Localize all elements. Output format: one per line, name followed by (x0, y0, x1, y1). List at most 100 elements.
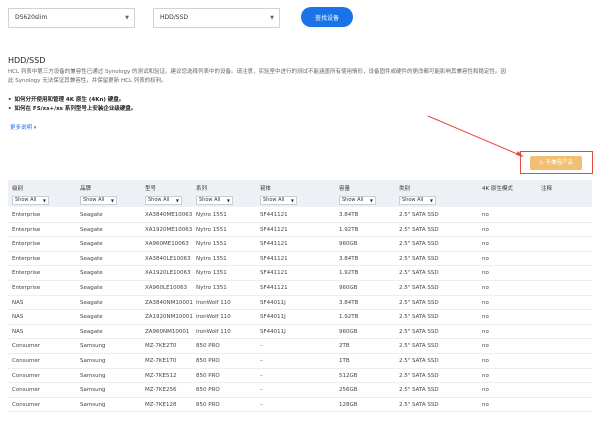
cell-brand: Seagate (80, 226, 103, 233)
cell-model: ZA1920NM10001 (145, 314, 193, 321)
cell-series: Nytro 1351 (196, 255, 227, 262)
cell-type: 2.5" SATA SSD (399, 212, 439, 218)
cell-4kn: no (482, 270, 489, 277)
filter-value: Show All (83, 197, 105, 203)
cell-firmware: SF441121 (260, 212, 288, 218)
cell-level: Consumer (12, 372, 41, 379)
cell-type: 2.5" SATA SSD (399, 226, 439, 233)
cell-series: 850 PRO (196, 401, 220, 408)
cell-level: Consumer (12, 343, 41, 350)
cell-capacity: 3.84TB (339, 255, 359, 262)
cell-firmware: SF441121 (260, 285, 288, 291)
cell-capacity: 960GB (339, 285, 358, 291)
chevron-down-icon: ▼ (290, 198, 294, 203)
cell-capacity: 2TB (339, 343, 350, 350)
cell-4kn: no (482, 401, 489, 408)
chevron-down-icon: ▼ (429, 198, 433, 203)
cell-capacity: 960GB (339, 328, 358, 335)
cell-firmware: – (260, 401, 263, 408)
cell-4kn: no (482, 285, 489, 291)
cell-brand: Samsung (80, 401, 106, 408)
column-header-4kn: 4K 原生模式 (482, 186, 513, 192)
cell-brand: Seagate (80, 314, 103, 321)
cell-level: NAS (12, 314, 24, 321)
table-row: Consumer Samsung MZ-7KE512 850 PRO – 512GB 2.5… (8, 369, 592, 384)
cell-model: MZ-7KE256 (145, 387, 177, 394)
column-header-firmware: 韧体 (260, 186, 272, 192)
cell-model: XA3840LE10063 (145, 255, 191, 262)
table-row: Enterprise Seagate XA960ME10063 Nytro 1551 S… (8, 237, 592, 252)
filter-firmware[interactable]: Show All ▼ (260, 196, 297, 205)
cell-brand: Seagate (80, 212, 103, 218)
cell-firmware: SF44011J (260, 299, 286, 306)
cell-type: 2.5" SATA SSD (399, 372, 439, 379)
cell-4kn: no (482, 387, 489, 394)
cell-firmware: – (260, 387, 263, 394)
filter-value: Show All (342, 197, 364, 203)
cell-firmware: SF441121 (260, 255, 288, 262)
cell-type: 2.5" SATA SSD (399, 241, 439, 248)
table-row: NAS Seagate ZA1920NM10001 IronWolf 110 SF440… (8, 310, 592, 325)
incompatible-products-label: 不兼容产品 (545, 160, 574, 166)
cell-model: MZ-7KE2T0 (145, 343, 177, 350)
cell-model: MZ-7KE1T0 (145, 358, 177, 364)
incompatible-products-button[interactable]: ⚠ 不兼容产品 (530, 156, 582, 170)
cell-brand: Samsung (80, 343, 106, 350)
table-row: Consumer Samsung MZ-7KE256 850 PRO – 256GB 2.5… (8, 383, 592, 398)
cell-type: 2.5" SATA SSD (399, 328, 439, 335)
table-row: Consumer Samsung MZ-7KE128 850 PRO – 128GB 2.5… (8, 398, 592, 413)
filter-value: Show All (263, 197, 285, 203)
cell-brand: Samsung (80, 372, 106, 379)
cell-series: IronWolf 110 (196, 314, 231, 321)
cell-level: Consumer (12, 387, 41, 394)
cell-type: 2.5" SATA SSD (399, 343, 439, 350)
filter-level[interactable]: Show All ▼ (12, 196, 49, 205)
cell-series: 850 PRO (196, 343, 220, 350)
cell-type: 2.5" SATA SSD (399, 255, 439, 262)
cell-firmware: SF44011J (260, 328, 286, 335)
cell-model: XA1920ME10063 (145, 226, 193, 233)
table-row: Consumer Samsung MZ-7KE2T0 850 PRO – 2TB 2.5" … (8, 339, 592, 354)
chevron-down-icon: ▼ (175, 198, 179, 203)
cell-brand: Seagate (80, 255, 103, 262)
cell-type: 2.5" SATA SSD (399, 285, 439, 291)
filter-value: Show All (402, 197, 424, 203)
cell-firmware: SF441121 (260, 270, 288, 277)
filter-model[interactable]: Show All ▼ (145, 196, 182, 205)
cell-series: Nytro 1551 (196, 212, 227, 218)
cell-capacity: 1TB (339, 358, 350, 364)
cell-firmware: – (260, 372, 263, 379)
cell-type: 2.5" SATA SSD (399, 314, 439, 321)
cell-model: MZ-7KE512 (145, 372, 177, 379)
cell-level: Enterprise (12, 285, 41, 291)
cell-brand: Seagate (80, 270, 103, 277)
cell-firmware: SF441121 (260, 226, 288, 233)
column-header-series: 系列 (196, 186, 208, 192)
table-row: NAS Seagate ZA960NM10001 IronWolf 110 SF4401… (8, 325, 592, 340)
cell-brand: Seagate (80, 328, 103, 335)
cell-brand: Seagate (80, 299, 103, 306)
filter-value: Show All (199, 197, 221, 203)
cell-capacity: 1.92TB (339, 226, 359, 233)
table-row: Enterprise Seagate XA960LE10063 Nytro 1351 S… (8, 281, 592, 296)
filter-capacity[interactable]: Show All ▼ (339, 196, 376, 205)
column-header-capacity: 容量 (339, 186, 351, 192)
cell-type: 2.5" SATA SSD (399, 401, 439, 408)
filter-brand[interactable]: Show All ▼ (80, 196, 117, 205)
cell-4kn: no (482, 212, 489, 218)
cell-capacity: 1.92TB (339, 314, 359, 321)
cell-4kn: no (482, 343, 489, 350)
chevron-down-icon: ▼ (369, 198, 373, 203)
cell-series: Nytro 1351 (196, 270, 227, 277)
cell-4kn: no (482, 358, 489, 364)
cell-type: 2.5" SATA SSD (399, 299, 439, 306)
table-row: Consumer Samsung MZ-7KE1T0 850 PRO – 1TB 2.5" … (8, 354, 592, 369)
cell-series: Nytro 1551 (196, 226, 227, 233)
filter-type[interactable]: Show All ▼ (399, 196, 436, 205)
cell-series: Nytro 1551 (196, 241, 227, 248)
table-row: Enterprise Seagate XA1920ME10063 Nytro 1551… (8, 223, 592, 238)
cell-capacity: 960GB (339, 241, 358, 248)
cell-level: Enterprise (12, 270, 41, 277)
chevron-down-icon: ▼ (42, 198, 46, 203)
filter-series[interactable]: Show All ▼ (196, 196, 233, 205)
